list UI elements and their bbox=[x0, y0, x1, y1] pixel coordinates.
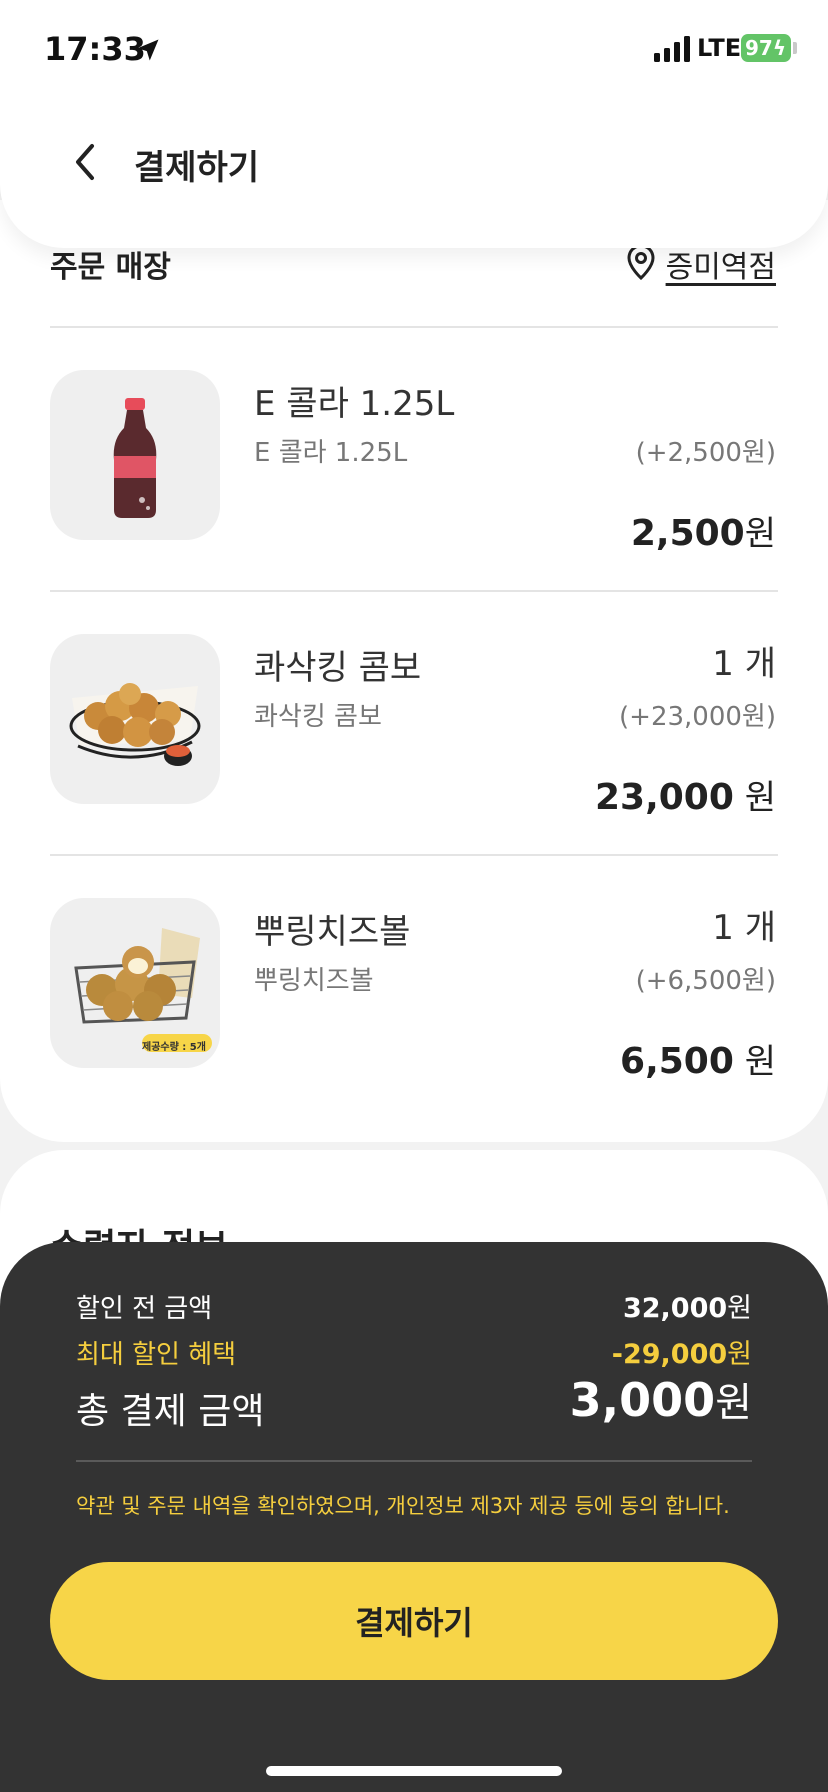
total-amount: 3,000 bbox=[569, 1373, 716, 1427]
item-name: 콰삭킹 콤보 bbox=[254, 648, 422, 688]
discount-label: 최대 할인 혜택 bbox=[76, 1340, 237, 1370]
item-option-price: (+2,500원) bbox=[635, 438, 776, 468]
item-price: 2,500원 bbox=[631, 506, 776, 555]
agreement-text: 약관 및 주문 내역을 확인하였으며, 개인정보 제3자 제공 등에 동의 합니… bbox=[76, 1494, 730, 1518]
status-time: 17:33 bbox=[44, 30, 146, 68]
store-label: 주문 매장 bbox=[50, 250, 171, 285]
item-price-value: 2,500 bbox=[630, 513, 745, 554]
order-item: 뿌링치즈볼 1 개 뿌링치즈볼 (+6,500원) 6,500 원 제공수량 :… bbox=[0, 898, 828, 1128]
item-quantity: 1 개 bbox=[712, 644, 776, 684]
total-label: 총 결제 금액 bbox=[76, 1391, 265, 1432]
before-discount-amount: 32,000 bbox=[622, 1293, 728, 1324]
item-price-unit: 원 bbox=[744, 514, 776, 554]
before-discount-label: 할인 전 금액 bbox=[76, 1294, 213, 1324]
pay-button[interactable]: 결제하기 bbox=[50, 1562, 778, 1680]
battery-icon: 97ϟ bbox=[741, 34, 791, 62]
item-badge: 제공수량 : 5개 bbox=[142, 1042, 206, 1053]
fried-chicken-basket-icon bbox=[69, 683, 201, 766]
item-option: 콰삭킹 콤보 bbox=[254, 702, 382, 732]
divider bbox=[50, 854, 778, 856]
before-discount-value: 32,000원 bbox=[623, 1286, 752, 1325]
divider bbox=[76, 1460, 752, 1462]
item-option-price: (+23,000원) bbox=[619, 702, 776, 732]
item-thumbnail bbox=[50, 370, 220, 540]
cola-bottle-icon bbox=[113, 398, 157, 518]
battery-nub bbox=[793, 42, 797, 54]
payment-summary-panel: 할인 전 금액 32,000원 최대 할인 혜택 -29,000원 총 결제 금… bbox=[0, 1242, 828, 1792]
back-chevron-icon[interactable] bbox=[68, 140, 104, 184]
currency-unit: 원 bbox=[727, 1293, 752, 1324]
item-price: 6,500 원 bbox=[620, 1034, 776, 1083]
item-option: 뿌링치즈볼 bbox=[254, 966, 374, 996]
page-header: 결제하기 bbox=[0, 100, 828, 248]
divider bbox=[50, 590, 778, 592]
battery-level: 97 bbox=[745, 36, 773, 60]
total-value: 3,000원 bbox=[570, 1370, 752, 1428]
home-indicator bbox=[266, 1766, 562, 1776]
order-card: 주문 매장 증미역점 E 콜라 1.25L E 콜라 1.25L (+2,500… bbox=[0, 200, 828, 1142]
item-quantity: 1 개 bbox=[712, 908, 776, 948]
item-option-price: (+6,500원) bbox=[635, 966, 776, 996]
item-name: 뿌링치즈볼 bbox=[254, 912, 411, 952]
item-price-unit: 원 bbox=[733, 778, 776, 818]
item-price-value: 6,500 bbox=[620, 1041, 734, 1082]
location-pin-icon bbox=[627, 244, 655, 280]
network-type: LTE bbox=[697, 34, 742, 62]
item-price-value: 23,000 bbox=[594, 777, 734, 818]
page-title: 결제하기 bbox=[134, 148, 260, 188]
item-price: 23,000 원 bbox=[595, 770, 776, 819]
store-name-link[interactable]: 증미역점 bbox=[666, 242, 776, 286]
order-item: E 콜라 1.25L E 콜라 1.25L (+2,500원) 2,500원 bbox=[0, 370, 828, 600]
item-price-unit: 원 bbox=[733, 1042, 776, 1082]
signal-icon bbox=[654, 36, 690, 62]
discount-amount: -29,000 bbox=[611, 1339, 728, 1370]
divider bbox=[50, 326, 778, 328]
item-name: E 콜라 1.25L bbox=[254, 384, 455, 424]
item-option: E 콜라 1.25L bbox=[254, 438, 408, 468]
order-item: 콰삭킹 콤보 1 개 콰삭킹 콤보 (+23,000원) 23,000 원 bbox=[0, 634, 828, 864]
currency-unit: 원 bbox=[727, 1339, 752, 1370]
currency-unit: 원 bbox=[715, 1380, 752, 1426]
item-thumbnail bbox=[50, 634, 220, 804]
location-arrow-icon bbox=[137, 39, 159, 61]
discount-value: -29,000원 bbox=[612, 1332, 752, 1371]
status-bar: 17:33 LTE 97ϟ bbox=[0, 0, 828, 100]
